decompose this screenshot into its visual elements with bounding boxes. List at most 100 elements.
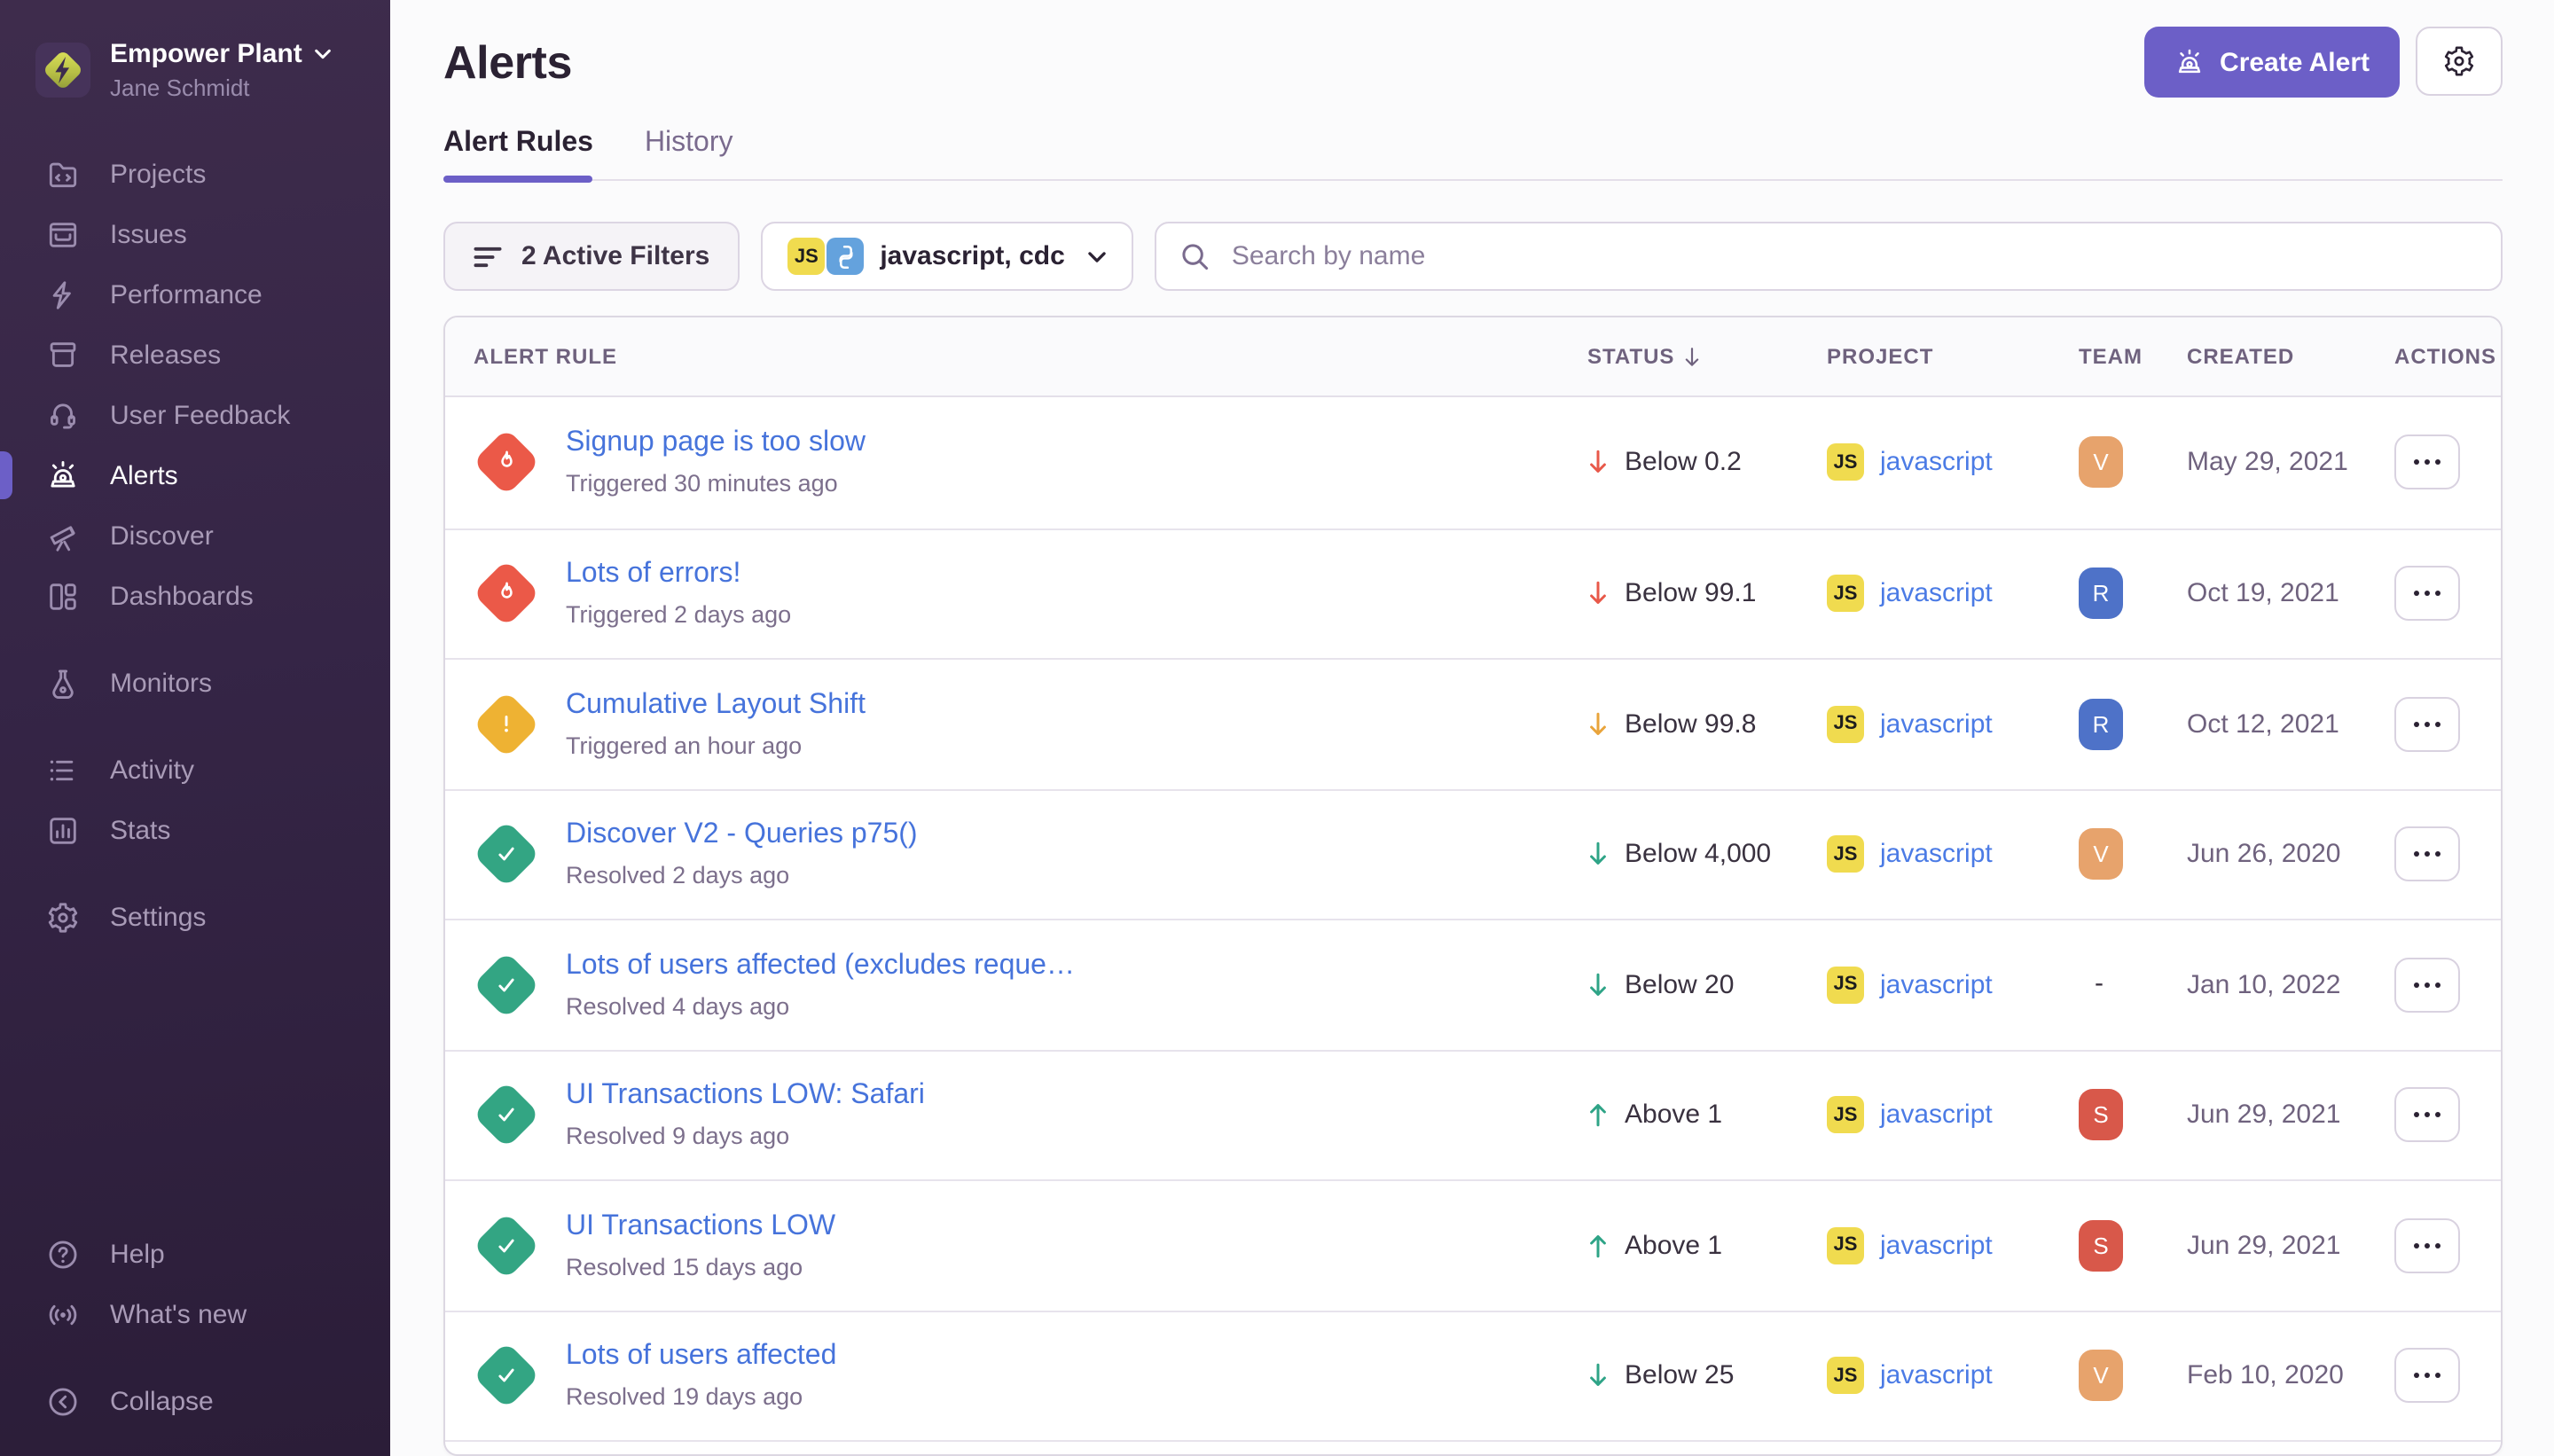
chevron-down-icon: [1088, 249, 1108, 263]
project-selector-value: javascript, cdc: [880, 241, 1064, 271]
project-link[interactable]: javascript: [1880, 970, 1993, 1000]
javascript-platform-icon: JS: [1827, 1358, 1864, 1395]
project-link[interactable]: javascript: [1880, 579, 1993, 609]
table-row-partial: [445, 1440, 2501, 1456]
alert-rule-trigger-text: Resolved 9 days ago: [566, 1123, 1545, 1150]
active-filters-button[interactable]: 2 Active Filters: [443, 222, 740, 291]
sidebar-spacer: [0, 947, 390, 1224]
whats-new-icon: [46, 1297, 80, 1331]
sidebar-item-issues[interactable]: Issues: [0, 204, 390, 264]
project-link[interactable]: javascript: [1880, 1361, 1993, 1391]
arrow-up-icon: [1587, 1102, 1609, 1129]
sidebar-nav-primary: Projects Issues Performance Releases Use…: [0, 144, 390, 947]
alert-rule-link[interactable]: Lots of users affected: [566, 1342, 1545, 1374]
javascript-platform-icon: JS: [1827, 706, 1864, 743]
sidebar-item-discover[interactable]: Discover: [0, 505, 390, 566]
sidebar-item-alerts[interactable]: Alerts: [0, 445, 390, 505]
org-switcher[interactable]: Empower Plant Jane Schmidt: [35, 39, 369, 101]
arrow-up-icon: [1587, 1233, 1609, 1259]
project-link[interactable]: javascript: [1880, 840, 1993, 870]
siren-icon: [2174, 47, 2204, 77]
search-icon: [1180, 241, 1210, 271]
sidebar-item-monitors[interactable]: Monitors: [0, 653, 390, 713]
sidebar-item-releases[interactable]: Releases: [0, 325, 390, 385]
alert-rules-table: Alert Rule Status Project Team Created A…: [443, 316, 2503, 1456]
page-header: Alerts Create Alert: [443, 27, 2503, 98]
created-date: Jun 26, 2020: [2187, 840, 2394, 870]
status-value: Below 25: [1625, 1361, 1734, 1391]
search-input[interactable]: [1228, 239, 2478, 273]
project-link[interactable]: javascript: [1880, 709, 1993, 740]
table-row: Lots of users affected Resolved 19 days …: [445, 1310, 2501, 1440]
project-link[interactable]: javascript: [1880, 1231, 1993, 1261]
arrow-down-icon: [1587, 711, 1609, 738]
project-selector[interactable]: JS javascript, cdc: [761, 222, 1133, 291]
table-row: Discover V2 - Queries p75() Resolved 2 d…: [445, 788, 2501, 919]
team-badge: R: [2079, 568, 2123, 620]
arrow-down-icon: [1587, 450, 1609, 476]
row-actions-button[interactable]: [2394, 1218, 2460, 1273]
sidebar-item-what-s-new[interactable]: What's new: [0, 1284, 390, 1344]
alert-rule-link[interactable]: Lots of errors!: [566, 560, 1545, 591]
alert-rule-link[interactable]: Discover V2 - Queries p75(): [566, 820, 1545, 852]
status-value: Below 4,000: [1625, 840, 1771, 870]
monitors-icon: [46, 666, 80, 700]
row-actions-button[interactable]: [2394, 827, 2460, 882]
row-actions-button[interactable]: [2394, 435, 2460, 490]
row-actions-button[interactable]: [2394, 697, 2460, 752]
tab-bar: Alert Rules History: [443, 128, 2503, 181]
alert-rule-trigger-text: Resolved 4 days ago: [566, 993, 1545, 1020]
gear-icon: [2442, 44, 2476, 78]
javascript-platform-icon: JS: [1827, 575, 1864, 613]
arrow-down-icon: [1587, 842, 1609, 868]
sidebar-item-user-feedback[interactable]: User Feedback: [0, 385, 390, 445]
project-link[interactable]: javascript: [1880, 1100, 1993, 1131]
column-header-created: Created: [2187, 344, 2394, 369]
sidebar-item-help[interactable]: Help: [0, 1224, 390, 1284]
column-header-status[interactable]: Status: [1587, 344, 1827, 369]
org-logo-icon: [35, 43, 90, 98]
resolved-severity-icon: [472, 820, 539, 888]
table-row: Lots of users affected (excludes reque… …: [445, 919, 2501, 1049]
alerts-settings-button[interactable]: [2416, 27, 2503, 96]
alert-rule-trigger-text: Triggered an hour ago: [566, 732, 1545, 759]
alert-rule-link[interactable]: Cumulative Layout Shift: [566, 690, 1545, 722]
sidebar-item-dashboards[interactable]: Dashboards: [0, 566, 390, 626]
javascript-platform-icon: JS: [1827, 444, 1864, 481]
team-badge: S: [2079, 1220, 2123, 1272]
created-date: Feb 10, 2020: [2187, 1361, 2394, 1391]
create-alert-button[interactable]: Create Alert: [2143, 27, 2400, 98]
row-actions-button[interactable]: [2394, 567, 2460, 622]
team-badge: S: [2079, 1090, 2123, 1141]
table-row: UI Transactions LOW Resolved 15 days ago…: [445, 1179, 2501, 1310]
sidebar-item-collapse[interactable]: Collapse: [0, 1371, 390, 1431]
row-actions-button[interactable]: [2394, 1088, 2460, 1143]
platform-icons: JS: [787, 238, 864, 275]
table-row: Lots of errors! Triggered 2 days ago Bel…: [445, 528, 2501, 658]
alert-rule-link[interactable]: UI Transactions LOW: Safari: [566, 1081, 1545, 1113]
table-row: UI Transactions LOW: Safari Resolved 9 d…: [445, 1049, 2501, 1179]
alert-rule-trigger-text: Triggered 2 days ago: [566, 602, 1545, 629]
tab-alert-rules[interactable]: Alert Rules: [443, 128, 593, 179]
status-value: Below 99.1: [1625, 579, 1756, 609]
alert-rule-link[interactable]: UI Transactions LOW: [566, 1211, 1545, 1243]
row-actions-button[interactable]: [2394, 1349, 2460, 1404]
warning-severity-icon: [472, 690, 539, 757]
sort-desc-icon: [1683, 345, 1701, 368]
sidebar-item-settings[interactable]: Settings: [0, 887, 390, 947]
team-badge: V: [2079, 1350, 2123, 1402]
tab-history[interactable]: History: [645, 128, 733, 179]
alert-rule-link[interactable]: Lots of users affected (excludes reque…: [566, 951, 1545, 982]
sidebar-item-activity[interactable]: Activity: [0, 740, 390, 800]
row-actions-button[interactable]: [2394, 958, 2460, 1013]
sidebar-item-projects[interactable]: Projects: [0, 144, 390, 204]
created-date: May 29, 2021: [2187, 448, 2394, 478]
column-header-actions: Actions: [2394, 344, 2503, 369]
created-date: Jan 10, 2022: [2187, 970, 2394, 1000]
settings-icon: [46, 900, 80, 934]
sidebar-item-performance[interactable]: Performance: [0, 264, 390, 325]
alert-rule-link[interactable]: Signup page is too slow: [566, 428, 1545, 460]
column-header-team: Team: [2079, 344, 2187, 369]
project-link[interactable]: javascript: [1880, 448, 1993, 478]
sidebar-item-stats[interactable]: Stats: [0, 800, 390, 860]
